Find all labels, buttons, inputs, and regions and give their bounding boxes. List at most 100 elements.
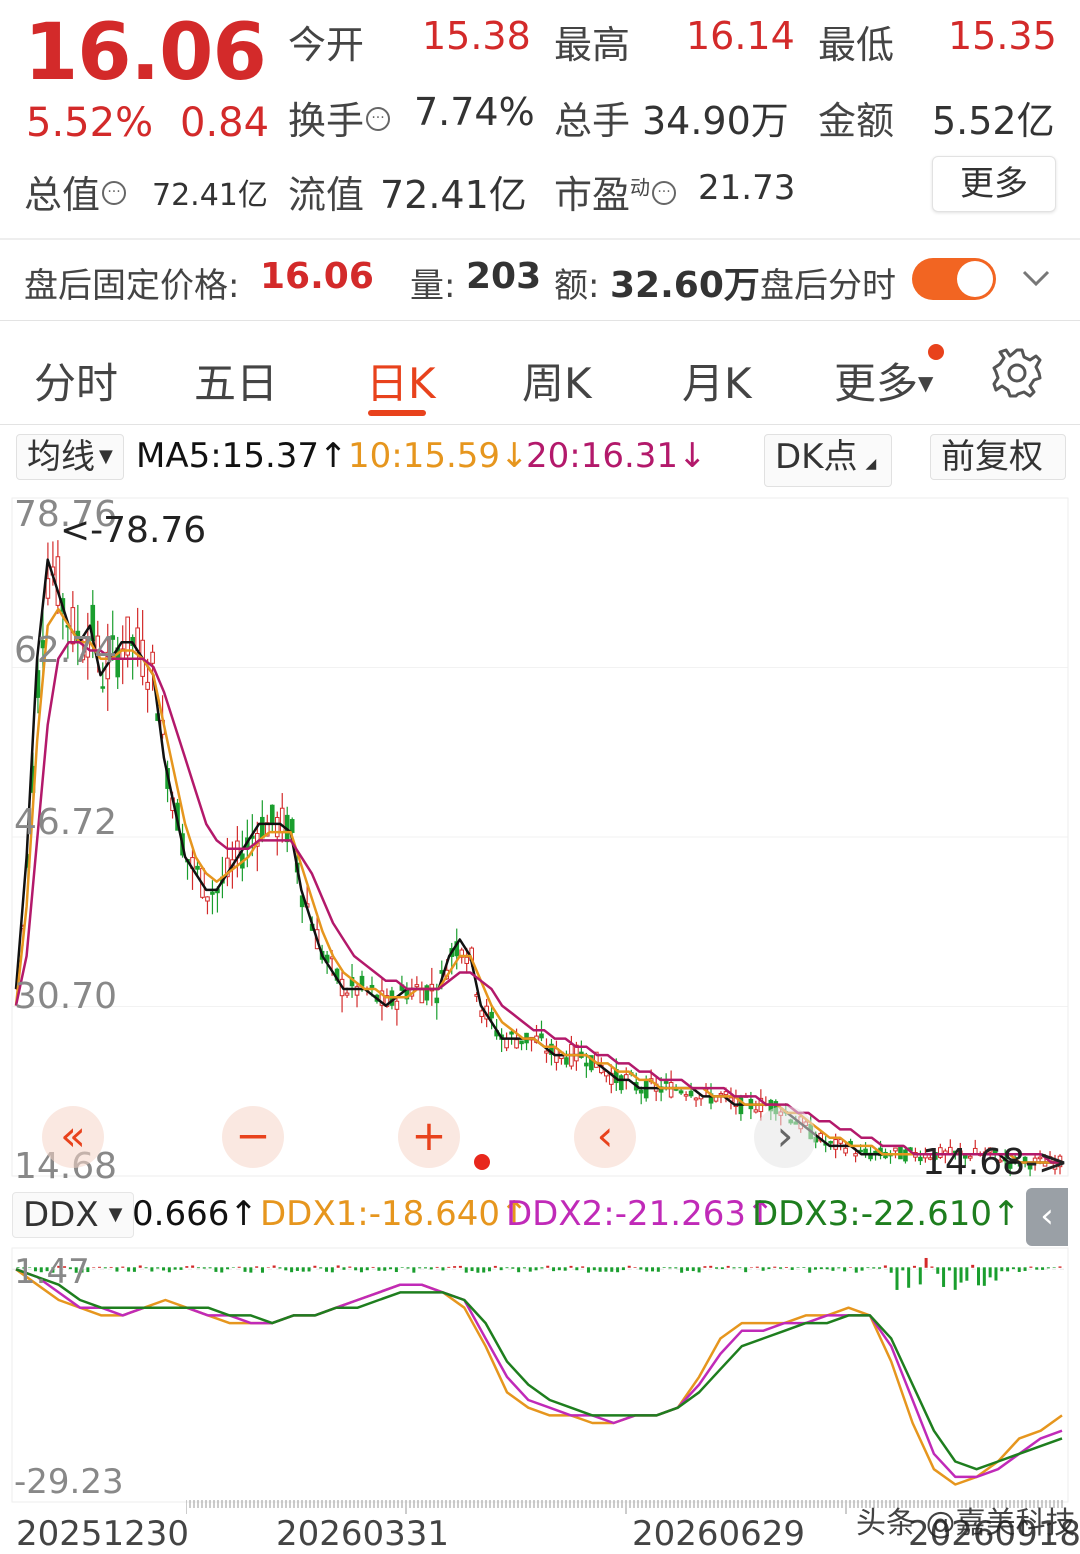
ddx-bar-negative bbox=[1046, 1267, 1050, 1269]
ddx-bar-negative bbox=[162, 1267, 166, 1271]
candle-up bbox=[479, 1010, 484, 1017]
zoom-out-full-button[interactable]: « bbox=[42, 1106, 104, 1168]
tab-weekly-k[interactable]: 周K bbox=[522, 350, 592, 411]
candle-down bbox=[195, 865, 200, 870]
max-price-marker: <-78.76 bbox=[60, 510, 207, 551]
scroll-left-button[interactable]: ‹ bbox=[574, 1106, 636, 1168]
ddx-bar-negative bbox=[651, 1267, 655, 1272]
tab-five-day[interactable]: 五日 bbox=[194, 350, 278, 411]
candle-down bbox=[289, 819, 295, 833]
zoom-out-button[interactable]: − bbox=[222, 1106, 284, 1168]
ddx-bar-positive bbox=[848, 1267, 852, 1268]
ma-selector-label: 均线 bbox=[27, 437, 95, 477]
ddx-line-ddx1 bbox=[15, 1268, 1063, 1486]
ma-selector[interactable]: 均线 ▼ bbox=[16, 434, 124, 480]
ddx-bar-negative bbox=[325, 1267, 329, 1272]
after-hours-amount-label: 额: bbox=[554, 266, 600, 306]
ddx-lines bbox=[15, 1268, 1063, 1486]
ddx-bar-negative bbox=[301, 1267, 305, 1272]
volume-value: 34.90万 bbox=[642, 99, 789, 143]
indicator-selector[interactable]: DDX ▼ bbox=[12, 1192, 134, 1238]
ddx-bar-negative bbox=[1006, 1267, 1010, 1272]
tab-daily-k[interactable]: 日K bbox=[366, 350, 436, 411]
ddx-bar-negative bbox=[103, 1267, 107, 1269]
info-icon[interactable]: ··· bbox=[652, 181, 677, 205]
ddx-bar-positive bbox=[633, 1267, 637, 1268]
ddx-bar-positive bbox=[458, 1265, 462, 1268]
change-amount: 0.84 bbox=[180, 100, 270, 146]
ddx-bar-negative bbox=[779, 1267, 783, 1269]
total-cap-value: 72.41亿 bbox=[152, 178, 268, 213]
ddx-bar-negative bbox=[610, 1267, 614, 1272]
ddx-bar-positive bbox=[569, 1265, 573, 1268]
ddx-bar-negative bbox=[441, 1267, 445, 1271]
zoom-in-button[interactable]: + bbox=[398, 1106, 460, 1168]
candle-down bbox=[663, 1081, 669, 1084]
ddx-line-ddx2 bbox=[15, 1268, 1063, 1479]
ddx-bar-positive bbox=[313, 1265, 317, 1268]
after-hours-toggle[interactable] bbox=[912, 258, 996, 300]
ddx-bar-negative bbox=[965, 1267, 969, 1281]
candle-up bbox=[274, 816, 280, 838]
down-arrow-icon: ↓ bbox=[678, 436, 707, 476]
ddx-bar-negative bbox=[598, 1267, 602, 1272]
candle-up bbox=[683, 1094, 689, 1097]
ddx-bar-positive bbox=[703, 1266, 707, 1268]
ddx-bar-positive bbox=[493, 1265, 497, 1268]
ddx-bar-negative bbox=[1035, 1267, 1039, 1270]
ddx-bar-negative bbox=[476, 1267, 480, 1273]
chevron-down-icon[interactable] bbox=[1020, 264, 1052, 292]
candle-up bbox=[514, 1039, 519, 1049]
candle-up bbox=[394, 1000, 400, 1010]
candle-up bbox=[145, 681, 150, 690]
candle-down bbox=[489, 1011, 494, 1019]
ddx-bar-positive bbox=[726, 1265, 730, 1268]
dk-point-selector[interactable]: DK点 ◢ bbox=[764, 434, 892, 487]
candle-down bbox=[269, 804, 275, 824]
ddx-bar-negative bbox=[994, 1267, 998, 1281]
tab-timeshare[interactable]: 分时 bbox=[34, 350, 118, 411]
ma5-value: MA5:15.37 bbox=[136, 436, 320, 476]
price-axis-label: 46.72 bbox=[14, 802, 118, 843]
collapse-panel-button[interactable]: ‹ bbox=[1026, 1188, 1068, 1246]
ddx-bar-negative bbox=[528, 1267, 532, 1272]
price-chart[interactable] bbox=[0, 486, 1080, 1184]
after-hours-amount: 32.60万 bbox=[610, 265, 760, 306]
more-quote-button[interactable]: 更多 bbox=[932, 156, 1056, 212]
ddx-bar-negative bbox=[1017, 1267, 1021, 1272]
ddx-bar-negative bbox=[715, 1267, 719, 1269]
ddx-bars bbox=[16, 1257, 1062, 1290]
ddx-bar-negative bbox=[656, 1267, 660, 1272]
tab-more-label: 更多 bbox=[834, 359, 919, 408]
ddx-bar-negative bbox=[342, 1267, 346, 1270]
after-hours-price: 16.06 bbox=[260, 256, 374, 297]
ddx-bar-negative bbox=[982, 1267, 986, 1286]
info-icon[interactable]: ··· bbox=[102, 181, 127, 205]
candle-up bbox=[668, 1082, 674, 1098]
ma10-readout: 10:15.59↓ bbox=[348, 436, 529, 476]
tab-more[interactable]: 更多▼ bbox=[834, 350, 933, 411]
adjust-selector[interactable]: 前复权 bbox=[930, 434, 1066, 480]
ddx-chart[interactable] bbox=[0, 1244, 1080, 1506]
ddx-bar-negative bbox=[423, 1267, 427, 1269]
ddx-bar-negative bbox=[260, 1267, 264, 1273]
scroll-right-button[interactable]: › bbox=[754, 1106, 816, 1168]
ddx-bar-positive bbox=[138, 1265, 142, 1268]
ddx-bar-positive bbox=[266, 1267, 270, 1268]
ma5-readout: MA5:15.37↑ bbox=[136, 436, 348, 476]
candle-up bbox=[504, 1038, 509, 1049]
ddx-bar-negative bbox=[691, 1267, 695, 1272]
candle-down bbox=[369, 984, 375, 989]
tab-monthly-k[interactable]: 月K bbox=[682, 350, 752, 411]
candle-up bbox=[205, 896, 210, 902]
ddx-bar-negative bbox=[488, 1267, 492, 1272]
price-axis-label: 30.70 bbox=[14, 976, 118, 1017]
info-icon[interactable]: ··· bbox=[366, 107, 391, 131]
amount-label: 金额 bbox=[818, 99, 895, 143]
ddx-bar-negative bbox=[767, 1267, 771, 1270]
gear-icon[interactable] bbox=[990, 346, 1044, 400]
ddx-bar-negative bbox=[231, 1267, 235, 1268]
ddx-bar-negative bbox=[290, 1267, 294, 1273]
change-percent: 5.52% bbox=[26, 100, 154, 146]
ddx-bar-negative bbox=[173, 1267, 177, 1270]
